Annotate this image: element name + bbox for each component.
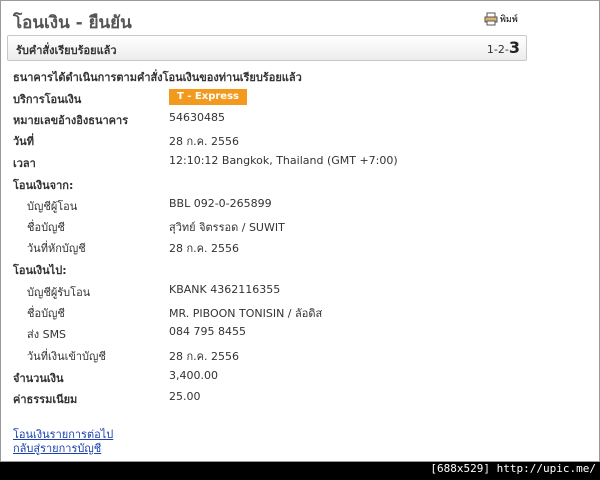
reference-value: 54630485 [169, 111, 225, 124]
amount-label: จำนวนเงิน [13, 372, 64, 385]
step-label: รับคำสั่งเรียบร้อยแล้ว [16, 44, 117, 57]
transfer-confirmation-page: โอนเงิน - ยืนยัน พิมพ์ รับคำสั่งเรียบร้อ… [0, 0, 600, 462]
debit-date-label: วันที่หักบัญชี [27, 242, 86, 255]
print-button[interactable]: พิมพ์ [484, 12, 518, 26]
to-account-label: บัญชีผู้รับโอน [27, 286, 91, 299]
step-indicator: 1-2-3 [487, 38, 520, 57]
step-current: 3 [508, 38, 520, 57]
credit-date-value: 28 ก.ค. 2556 [169, 350, 239, 363]
sms-label: ส่ง SMS [27, 328, 67, 341]
step-bar: รับคำสั่งเรียบร้อยแล้ว 1-2-3 [7, 35, 527, 61]
step-prefix: 1-2- [486, 43, 509, 56]
print-label: พิมพ์ [500, 15, 518, 25]
from-name-value: สุวิทย์ จิตรรอด / SUWIT [169, 221, 285, 234]
time-label: เวลา [13, 157, 36, 170]
from-account-value: BBL 092-0-265899 [169, 197, 272, 210]
debit-date-value: 28 ก.ค. 2556 [169, 242, 239, 255]
from-header: โอนเงินจาก: [13, 179, 74, 192]
back-to-accounts-link[interactable]: กลับสู่รายการบัญชี [13, 439, 101, 457]
date-label: วันที่ [13, 135, 34, 148]
printer-icon [484, 12, 498, 26]
to-account-value: KBANK 4362116355 [169, 283, 281, 296]
to-header: โอนเงินไป: [13, 264, 67, 277]
from-account-label: บัญชีผู้โอน [27, 200, 78, 213]
sms-value: 084 795 8455 [169, 325, 246, 338]
credit-date-label: วันที่เงินเข้าบัญชี [27, 350, 106, 363]
reference-label: หมายเลขอ้างอิงธนาคาร [13, 114, 129, 127]
watermark-text: [688x529] http://upic.me/ [430, 462, 596, 475]
page-title: โอนเงิน - ยืนยัน [13, 13, 132, 33]
confirmation-message: ธนาคารได้ดำเนินการตามคำสั่งโอนเงินของท่า… [13, 71, 302, 84]
from-name-label: ชื่อบัญชี [27, 221, 65, 234]
amount-value: 3,400.00 [169, 369, 218, 382]
service-label: บริการโอนเงิน [13, 93, 82, 106]
time-value: 12:10:12 Bangkok, Thailand (GMT +7:00) [169, 154, 398, 167]
fee-value: 25.00 [169, 390, 201, 403]
to-name-label: ชื่อบัญชี [27, 307, 65, 320]
to-name-value: MR. PIBOON TONISIN / ลัอดิส [169, 307, 323, 320]
date-value: 28 ก.ค. 2556 [169, 135, 239, 148]
fee-label: ค่าธรรมเนียม [13, 393, 78, 406]
service-badge: T - Express [169, 89, 247, 105]
